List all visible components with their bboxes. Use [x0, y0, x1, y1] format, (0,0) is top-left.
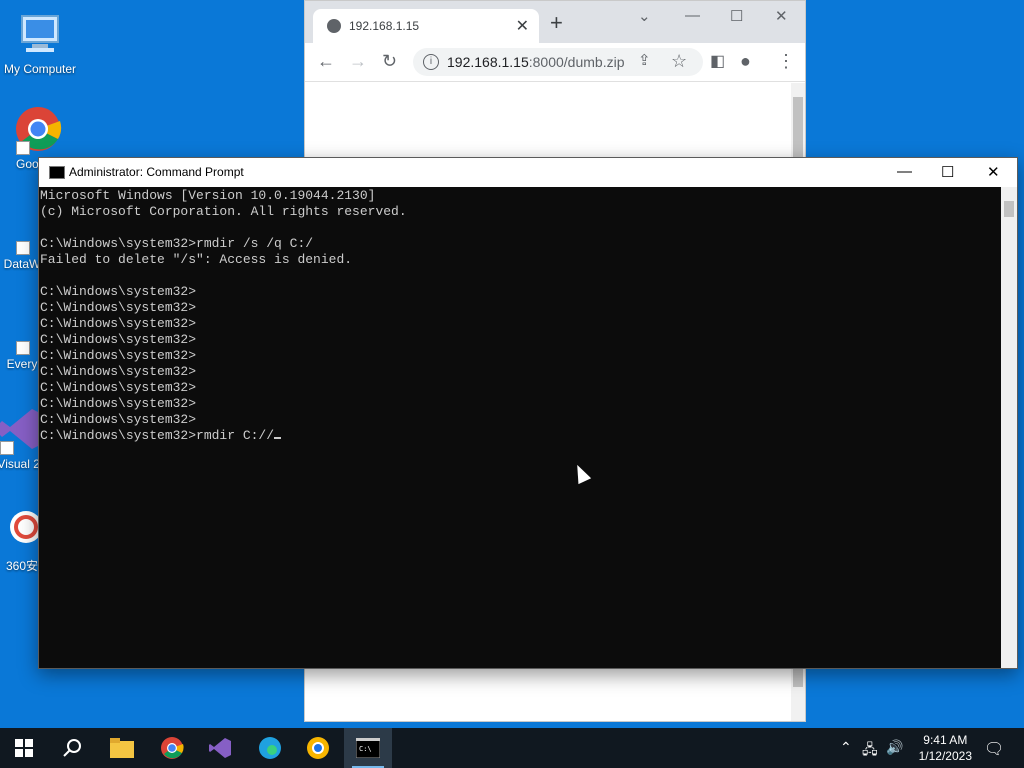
- visual-studio-icon: [209, 738, 231, 758]
- network-icon[interactable]: 🖧: [862, 739, 878, 763]
- computer-icon: [16, 10, 64, 58]
- console-line: (c) Microsoft Corporation. All rights re…: [40, 204, 407, 219]
- globe-icon: [327, 19, 341, 33]
- terminal-icon: [49, 166, 65, 179]
- maximize-icon[interactable]: ☐: [941, 163, 954, 181]
- minimize-icon[interactable]: —: [897, 163, 912, 180]
- browser-tab[interactable]: 192.168.1.15 ✕: [313, 9, 539, 43]
- console-line: C:\Windows\system32>: [40, 284, 197, 299]
- forward-icon[interactable]: →: [349, 51, 367, 72]
- console-line: Failed to delete "/s": Access is denied.: [40, 252, 353, 267]
- taskbar-chrome[interactable]: [148, 728, 196, 768]
- console-line: C:\Windows\system32>: [40, 316, 197, 331]
- taskbar-visual-studio[interactable]: [196, 728, 244, 768]
- star-icon[interactable]: ☆: [671, 51, 687, 72]
- taskbar: C:\ ⌃ 🖧 🔊 9:41 AM 1/12/2023 🗨: [0, 728, 1024, 768]
- clock-date: 1/12/2023: [918, 749, 972, 763]
- address-url: 192.168.1.15:8000/dumb.zip: [447, 54, 625, 70]
- desktop-icon-label: My Computer: [3, 62, 77, 76]
- console-input: C:\Windows\system32>rmdir C://: [40, 428, 275, 443]
- share-icon[interactable]: ⇪: [638, 51, 651, 69]
- folder-icon: [110, 738, 134, 758]
- console-line: C:\Windows\system32>: [40, 332, 197, 347]
- clock-time: 9:41 AM: [923, 733, 968, 747]
- volume-icon[interactable]: 🔊: [886, 739, 903, 756]
- back-icon[interactable]: ←: [317, 51, 335, 72]
- shortcut-arrow-icon: [16, 341, 30, 355]
- tab-title: 192.168.1.15: [349, 19, 420, 33]
- cmd-scrollbar[interactable]: [1001, 187, 1017, 668]
- close-icon[interactable]: ✕: [775, 7, 788, 25]
- console-line: C:\Windows\system32>: [40, 412, 197, 427]
- browser-icon: [307, 737, 329, 759]
- taskbar-browser[interactable]: [294, 728, 342, 768]
- minimize-icon[interactable]: —: [685, 7, 700, 24]
- start-button[interactable]: [0, 728, 48, 768]
- console-line: C:\Windows\system32>: [40, 364, 197, 379]
- taskbar-file-explorer[interactable]: [98, 728, 146, 768]
- window-title: Administrator: Command Prompt: [69, 165, 244, 179]
- browser-toolbar: ← → ↻ i 192.168.1.15:8000/dumb.zip ⇪ ☆ ◧…: [305, 43, 805, 82]
- tab-search-icon[interactable]: ⌄: [638, 7, 651, 25]
- profile-icon[interactable]: ●: [740, 51, 751, 72]
- shortcut-arrow-icon: [16, 241, 30, 255]
- scroll-thumb[interactable]: [1004, 201, 1014, 217]
- notifications-icon[interactable]: 🗨: [984, 739, 1004, 759]
- info-icon[interactable]: i: [423, 54, 439, 70]
- console-line: C:\Windows\system32>: [40, 348, 197, 363]
- console-input-line[interactable]: C:\Windows\system32>rmdir C://: [40, 428, 1001, 444]
- search-icon: [63, 739, 81, 757]
- taskbar-command-prompt[interactable]: C:\: [344, 728, 392, 768]
- taskbar-edge[interactable]: [246, 728, 294, 768]
- svg-text:C:\: C:\: [359, 745, 372, 753]
- show-hidden-icons-icon[interactable]: ⌃: [840, 739, 852, 756]
- desktop-icon-my-computer[interactable]: My Computer: [0, 10, 80, 76]
- text-cursor: [274, 437, 282, 439]
- maximize-icon[interactable]: ☐: [730, 7, 743, 25]
- console-line: Microsoft Windows [Version 10.0.19044.21…: [40, 188, 376, 203]
- shortcut-arrow-icon: [16, 141, 30, 155]
- system-clock[interactable]: 9:41 AM 1/12/2023: [919, 732, 972, 764]
- address-bar[interactable]: i 192.168.1.15:8000/dumb.zip: [413, 48, 703, 76]
- side-panel-icon[interactable]: ◧: [710, 51, 725, 71]
- new-tab-icon[interactable]: +: [550, 10, 563, 36]
- chrome-icon: [161, 737, 184, 759]
- command-prompt-window[interactable]: Administrator: Command Prompt — ☐ ✕ Micr…: [38, 157, 1018, 669]
- close-tab-icon[interactable]: ✕: [516, 16, 529, 36]
- search-button[interactable]: [48, 728, 96, 768]
- shortcut-arrow-icon: [0, 441, 14, 455]
- windows-logo-icon: [15, 739, 33, 757]
- terminal-icon: C:\: [356, 738, 380, 758]
- menu-icon[interactable]: ⋮: [777, 51, 795, 72]
- console-line: C:\Windows\system32>: [40, 300, 197, 315]
- console-lines: Microsoft Windows [Version 10.0.19044.21…: [40, 188, 1001, 428]
- reload-icon[interactable]: ↻: [382, 51, 397, 72]
- edge-icon: [259, 737, 281, 759]
- tab-strip: 192.168.1.15 ✕ + ⌄ — ☐ ✕: [305, 1, 805, 43]
- console-line: C:\Windows\system32>: [40, 396, 197, 411]
- console-line: C:\Windows\system32>: [40, 380, 197, 395]
- chrome-icon: [14, 105, 62, 155]
- cmd-title-bar[interactable]: Administrator: Command Prompt — ☐ ✕: [39, 158, 1017, 187]
- console-line: C:\Windows\system32>rmdir /s /q C:/: [40, 236, 314, 251]
- console-output[interactable]: Microsoft Windows [Version 10.0.19044.21…: [40, 188, 1001, 668]
- close-icon[interactable]: ✕: [987, 163, 1000, 181]
